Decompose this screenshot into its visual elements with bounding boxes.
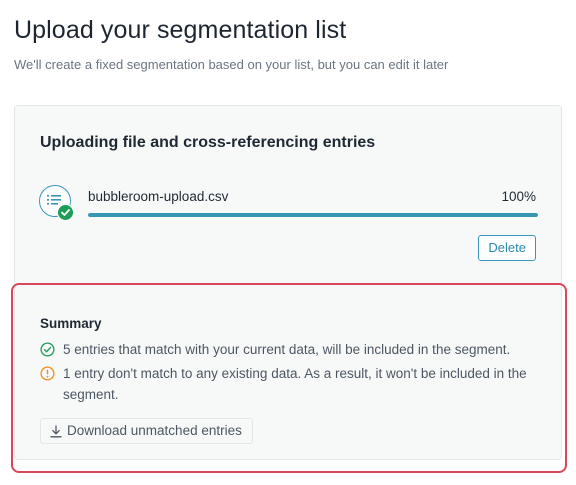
upload-progress-fill	[88, 213, 538, 217]
file-name: bubbleroom-upload.csv	[88, 189, 229, 204]
download-unmatched-label: Download unmatched entries	[67, 423, 242, 438]
upload-card-title: Uploading file and cross-referencing ent…	[40, 134, 376, 151]
summary-matched-text: 5 entries that match with your current d…	[63, 342, 511, 357]
upload-segmentation-page: Upload your segmentation list We'll crea…	[0, 0, 576, 485]
summary-matched-row: 5 entries that match with your current d…	[40, 339, 540, 360]
summary-unmatched-row: 1 entry don't match to any existing data…	[40, 363, 540, 405]
check-circle-icon	[57, 204, 74, 221]
upload-progress-label: 100%	[501, 189, 536, 204]
upload-card: Uploading file and cross-referencing ent…	[11, 105, 567, 473]
delete-button[interactable]: Delete	[478, 235, 536, 261]
check-circle-outline-icon	[40, 342, 55, 357]
page-title: Upload your segmentation list	[14, 16, 347, 44]
upload-progress-bar	[88, 213, 538, 217]
download-unmatched-button[interactable]: Download unmatched entries	[40, 418, 253, 444]
warning-circle-icon	[40, 366, 55, 381]
download-icon	[50, 424, 62, 437]
summary-title: Summary	[40, 316, 102, 331]
page-subtitle: We'll create a fixed segmentation based …	[14, 57, 449, 72]
summary-unmatched-text: 1 entry don't match to any existing data…	[63, 366, 527, 402]
